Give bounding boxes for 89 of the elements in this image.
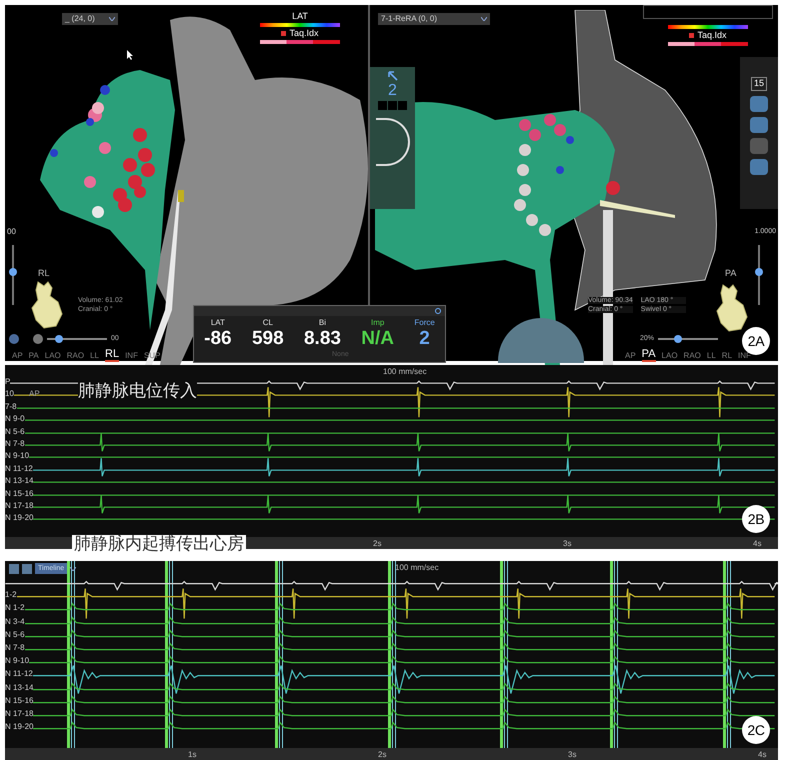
time-tick-label: 2s	[373, 538, 382, 550]
view-tab[interactable]: LL	[706, 352, 716, 362]
toolbar-icon[interactable]	[9, 564, 19, 574]
refresh-icon[interactable]	[435, 308, 441, 314]
channel-label: 7-8	[5, 402, 17, 411]
metric-value: 8.83	[304, 327, 341, 351]
view-control-icon[interactable]	[33, 334, 43, 344]
map-dropdown[interactable]: _ (24, 0)	[62, 13, 118, 25]
grid-icon	[689, 33, 694, 38]
channel-label: N 19-20	[5, 723, 34, 732]
chevron-icon	[70, 566, 76, 571]
channel-label: N 13-14	[5, 477, 34, 486]
time-tick-label: 1s	[188, 749, 196, 760]
tool-icon[interactable]	[750, 138, 768, 154]
view-tab[interactable]: RAO	[66, 352, 84, 362]
view-tab[interactable]: RL	[722, 352, 732, 362]
metric-value: 598	[252, 327, 284, 351]
time-tick-label: 2s	[378, 749, 386, 760]
legend-title: LAT	[292, 12, 308, 21]
view-tab[interactable]: RAO	[684, 352, 701, 362]
caption: 肺静脉内起搏传出心房	[72, 535, 246, 552]
metric-label: CL	[262, 319, 273, 327]
time-tick-label: 3s	[568, 749, 576, 760]
panel-label: 2C	[742, 716, 770, 744]
view-tab[interactable]: PA	[28, 352, 39, 362]
scale-value: 00	[7, 226, 16, 238]
channel-label: N 7-8	[5, 644, 25, 652]
time-tick-label: 4s	[753, 538, 762, 550]
view-tab[interactable]: INF	[738, 352, 751, 362]
arrow-icon	[388, 71, 398, 81]
tool-icon[interactable]	[750, 117, 768, 133]
tool-icon[interactable]	[750, 159, 768, 175]
view-tab[interactable]: RL	[105, 349, 120, 362]
slider-thumb[interactable]	[9, 268, 17, 276]
tool-icon[interactable]	[750, 96, 768, 112]
map-dropdown[interactable]: 7-1-ReRA (0, 0)	[378, 13, 490, 25]
slider-thumb[interactable]	[54, 335, 63, 344]
cursor-icon	[127, 50, 134, 60]
panel-label: 2B	[742, 505, 770, 534]
view-control-icon[interactable]	[9, 334, 19, 344]
channel-label: N 17-18	[5, 710, 34, 718]
grid-icon	[281, 31, 286, 36]
heart-icon	[715, 283, 749, 333]
chevron-icon	[109, 17, 115, 21]
force-squares-icon	[378, 101, 407, 110]
channel-label: N 19-20	[5, 514, 34, 522]
metric-label: Bi	[318, 319, 326, 327]
metric-label: Imp	[370, 319, 384, 327]
channel-label: N 9-10	[5, 657, 30, 666]
slider-thumb[interactable]	[755, 268, 763, 276]
legend-label: Taq.Idx	[697, 31, 727, 40]
slider-thumb[interactable]	[674, 335, 682, 344]
channel-label: N 1-2	[5, 604, 25, 612]
view-tab[interactable]: LAO	[662, 352, 678, 362]
arc-icon	[376, 118, 410, 166]
sweep-speed: 100 mm/sec	[395, 562, 439, 574]
channel-label: P	[5, 378, 10, 386]
view-tab[interactable]: AP	[625, 352, 636, 362]
legend-label: Taq.Idx	[289, 29, 319, 38]
view-tab[interactable]: INF	[125, 352, 138, 362]
channel-label: N 15-16	[5, 490, 34, 498]
metric-label: Force	[414, 319, 435, 327]
zoom-slider[interactable]	[658, 338, 718, 340]
channel-label: N 9-10	[5, 452, 30, 460]
metric-label: LAT	[210, 319, 225, 327]
view-tab[interactable]: PA	[642, 349, 656, 362]
channel-label: N 9-0	[5, 415, 25, 424]
heart-icon	[30, 280, 64, 330]
force-value: 2	[388, 83, 397, 99]
metric-value: N/A	[361, 327, 394, 351]
sweep-speed: 100 mm/sec	[383, 366, 427, 378]
chevron-icon	[481, 17, 487, 21]
channel-label: N 15-16	[5, 696, 34, 705]
view-orientation-label: PA	[725, 267, 736, 280]
toolbar-value[interactable]: 15	[751, 77, 767, 91]
channel-label: N 3-4	[5, 618, 25, 626]
view-tab[interactable]: AP	[12, 352, 23, 362]
channel-label: N 5-6	[5, 428, 25, 436]
metric-value: 2	[419, 327, 430, 351]
view-orientation-label: RL	[38, 267, 50, 280]
toolbar-icon[interactable]	[22, 564, 32, 574]
metric-value: -86	[204, 327, 232, 351]
time-tick-label: 4s	[758, 749, 766, 760]
view-tab[interactable]: LAO	[44, 352, 61, 362]
time-tick-label: 3s	[563, 538, 572, 550]
channel-label: N 5-6	[5, 630, 25, 639]
channel-label: N 13-14	[5, 684, 34, 692]
zoom-slider[interactable]	[47, 338, 107, 340]
view-tab[interactable]: LL	[90, 352, 100, 362]
